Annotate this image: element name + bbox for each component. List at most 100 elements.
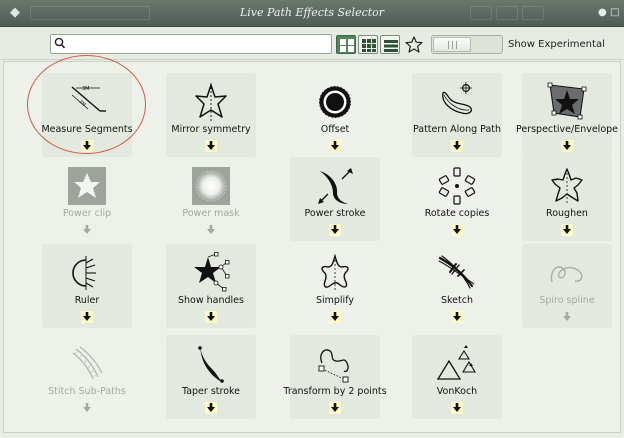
effect-tile-vonkoch[interactable]: VonKoch xyxy=(412,335,502,419)
arrow-down-icon xyxy=(83,312,91,321)
search-icon xyxy=(54,36,68,52)
add-favorite-button[interactable] xyxy=(205,311,217,323)
arrow-down-icon xyxy=(453,141,461,150)
effect-label: Show handles xyxy=(178,295,244,306)
maximize-icon[interactable]: □ xyxy=(610,6,619,20)
effect-tile-simplify[interactable]: Simplify xyxy=(290,244,380,328)
effect-label: Power stroke xyxy=(304,208,366,219)
arrow-down-icon xyxy=(331,225,339,234)
large-grid-icon xyxy=(340,39,354,52)
arrow-down-icon xyxy=(563,312,571,321)
arrow-down-icon xyxy=(207,141,215,150)
rotate-copies-icon xyxy=(436,165,478,207)
arrow-down-icon xyxy=(207,312,215,321)
offset-icon xyxy=(314,81,356,123)
effect-label: Roughen xyxy=(546,208,588,219)
measure-segments-icon: 3M 2M xyxy=(66,81,108,123)
add-favorite-button[interactable] xyxy=(451,311,463,323)
arrow-down-icon xyxy=(207,225,215,234)
window-title: Live Path Effects Selector xyxy=(239,6,385,19)
effect-tile-ruler[interactable]: Ruler xyxy=(42,244,132,328)
effect-tile-offset[interactable]: Offset xyxy=(290,73,380,157)
effect-label: Stitch Sub-Paths xyxy=(48,386,126,397)
svg-text:3M: 3M xyxy=(82,86,90,92)
add-favorite-button[interactable] xyxy=(329,140,341,152)
add-favorite-button[interactable] xyxy=(451,140,463,152)
perspective-envelope-icon xyxy=(546,81,588,123)
effect-tile-spiro-spline[interactable]: Spiro spline xyxy=(522,244,612,328)
add-favorite-button[interactable] xyxy=(81,224,93,236)
add-favorite-button[interactable] xyxy=(329,402,341,414)
effect-tile-show-handles[interactable]: Show handles xyxy=(166,244,256,328)
effect-tile-power-clip[interactable]: Power clip xyxy=(42,157,132,241)
effect-label: Mirror symmetry xyxy=(171,124,251,135)
arrow-down-icon xyxy=(453,225,461,234)
effect-tile-power-stroke[interactable]: Power stroke xyxy=(290,157,380,241)
effect-tile-power-mask[interactable]: Power mask xyxy=(166,157,256,241)
search-input[interactable] xyxy=(68,37,318,52)
add-favorite-button[interactable] xyxy=(329,311,341,323)
stitch-sub-paths-icon xyxy=(66,343,108,385)
effect-tile-perspective-envelope[interactable]: Perspective/Envelope xyxy=(516,73,618,157)
taper-stroke-icon xyxy=(190,343,232,385)
arrow-down-icon xyxy=(331,403,339,412)
minimize-icon[interactable]: ● xyxy=(598,6,607,20)
arrow-down-icon xyxy=(453,403,461,412)
effect-tile-stitch-sub-paths[interactable]: Stitch Sub-Paths xyxy=(42,335,132,419)
effect-tile-rotate-copies[interactable]: Rotate copies xyxy=(412,157,502,241)
effect-label: Taper stroke xyxy=(181,386,241,397)
ruler-icon xyxy=(66,252,108,294)
effect-label: Perspective/Envelope xyxy=(515,124,619,135)
view-list-button[interactable] xyxy=(380,35,400,54)
add-favorite-button[interactable] xyxy=(81,140,93,152)
arrow-down-icon xyxy=(331,312,339,321)
effect-tile-sketch[interactable]: Sketch xyxy=(412,244,502,328)
add-favorite-button[interactable] xyxy=(205,224,217,236)
effect-tile-roughen[interactable]: Roughen xyxy=(522,157,612,241)
effect-label: Measure Segments xyxy=(41,124,133,135)
effect-label: Simplify xyxy=(315,295,355,306)
add-favorite-button[interactable] xyxy=(451,224,463,236)
arrow-down-icon xyxy=(331,141,339,150)
mirror-symmetry-icon xyxy=(190,81,232,123)
roughen-icon xyxy=(546,165,588,207)
add-favorite-button[interactable] xyxy=(561,224,573,236)
sketch-icon xyxy=(436,252,478,294)
lpe-dialog: ◆ Live Path Effects Selector ● □ Show Ex… xyxy=(0,0,624,438)
arrow-down-icon xyxy=(453,312,461,321)
arrow-down-icon xyxy=(207,403,215,412)
small-grid-icon xyxy=(362,39,376,52)
effect-label: Offset xyxy=(320,124,350,135)
effect-tile-pattern-along-path[interactable]: Pattern Along Path xyxy=(412,73,502,157)
view-small-icons-button[interactable] xyxy=(358,35,378,54)
effect-tile-mirror-symmetry[interactable]: Mirror symmetry xyxy=(166,73,256,157)
add-favorite-button[interactable] xyxy=(205,140,217,152)
switch-knob[interactable] xyxy=(433,37,471,52)
simplify-icon xyxy=(314,252,356,294)
power-stroke-icon xyxy=(314,165,356,207)
show-experimental-label: Show Experimental xyxy=(508,39,605,50)
add-favorite-button[interactable] xyxy=(329,224,341,236)
title-bar: ◆ Live Path Effects Selector ● □ xyxy=(0,0,624,27)
power-clip-icon xyxy=(66,165,108,207)
add-favorite-button[interactable] xyxy=(205,402,217,414)
effect-label: Power mask xyxy=(182,208,240,219)
add-favorite-button[interactable] xyxy=(81,402,93,414)
effect-tile-transform-by-2-points[interactable]: Transform by 2 points xyxy=(283,335,387,419)
effect-tile-measure-segments[interactable]: 3M 2M Measure Segments xyxy=(41,73,133,157)
search-box[interactable] xyxy=(50,34,332,54)
arrow-down-icon xyxy=(83,403,91,412)
effect-tile-taper-stroke[interactable]: Taper stroke xyxy=(166,335,256,419)
arrow-down-icon xyxy=(83,225,91,234)
add-favorite-button[interactable] xyxy=(81,311,93,323)
arrow-down-icon xyxy=(83,141,91,150)
add-favorite-button[interactable] xyxy=(451,402,463,414)
view-large-icons-button[interactable] xyxy=(336,35,356,54)
effect-label: Ruler xyxy=(74,295,100,306)
add-favorite-button[interactable] xyxy=(561,140,573,152)
favorites-star-button[interactable] xyxy=(404,35,424,54)
add-favorite-button[interactable] xyxy=(561,311,573,323)
show-experimental-switch[interactable] xyxy=(431,35,503,54)
toolbar: Show Experimental xyxy=(0,27,624,60)
pattern-along-path-icon xyxy=(436,81,478,123)
